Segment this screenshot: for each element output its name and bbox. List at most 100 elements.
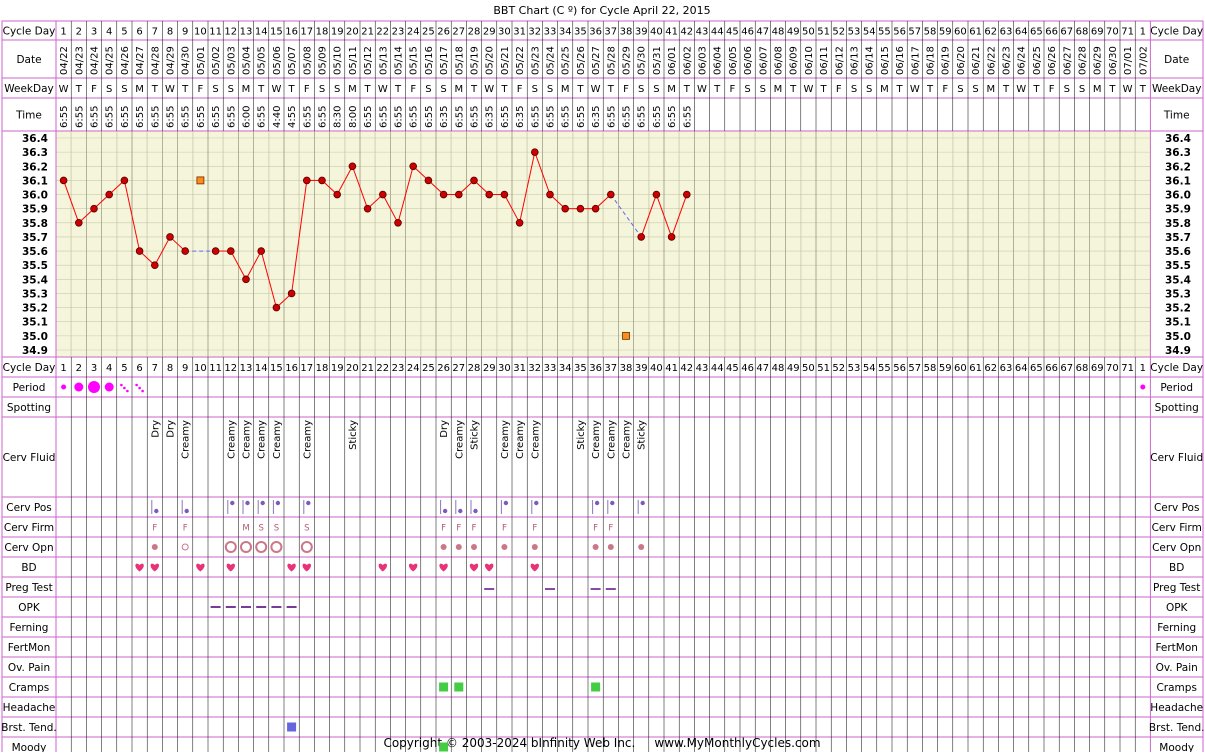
cycle-day-number: 66 xyxy=(1045,363,1058,374)
cerv-fluid-label: Creamy xyxy=(226,420,237,459)
cerv-pos-dot xyxy=(503,500,509,506)
temp-point xyxy=(333,190,342,199)
cycle-day-number: 69 xyxy=(1091,27,1104,38)
cycle-day-number: 11 xyxy=(209,363,222,374)
weekday-label: W xyxy=(165,84,175,95)
temp-point xyxy=(75,219,83,227)
y-tick-label-right: 35.9 xyxy=(1165,204,1191,216)
moody-marker xyxy=(439,742,449,752)
y-tick-label-right: 35.7 xyxy=(1165,232,1191,244)
time-label: 4:40 xyxy=(272,106,283,128)
cycle-day-number: 64 xyxy=(1015,27,1028,38)
cerv-pos-dot xyxy=(184,508,189,514)
weekday-label: S xyxy=(334,84,340,95)
weekday-label: W xyxy=(59,84,69,95)
cerv-fluid-label: Creamy xyxy=(622,420,633,459)
cycle-day-number: 32 xyxy=(528,27,541,38)
weekday-label: T xyxy=(607,84,615,95)
cycle-day-number: 12 xyxy=(224,363,237,374)
temp-point xyxy=(151,261,159,270)
weekday-label: T xyxy=(713,84,721,95)
date-label: 04/30 xyxy=(181,46,192,75)
row-label-right: Cerv Opn xyxy=(1152,542,1201,554)
temp-point xyxy=(90,204,98,213)
time-label: 6:55 xyxy=(211,106,222,128)
cerv-fluid-label: Creamy xyxy=(591,420,602,459)
row-label-right: Ov. Pain xyxy=(1156,662,1198,674)
row-label-left: Cerv Pos xyxy=(6,502,52,514)
date-label: 04/26 xyxy=(120,46,131,75)
row-label-left: Ferning xyxy=(10,622,49,634)
cerv-pos-dot xyxy=(230,500,235,506)
cycle-day-number: 59 xyxy=(939,27,952,38)
date-label: 05/17 xyxy=(439,46,450,75)
date-label: 05/22 xyxy=(515,46,526,75)
row-label-left: Cerv Firm xyxy=(4,522,54,534)
row-label-left: Cramps xyxy=(9,682,49,694)
cerv-firm-label: F xyxy=(183,524,188,534)
row-label-right: Preg Test xyxy=(1153,582,1200,594)
cycle-day-number: 26 xyxy=(437,27,450,38)
temp-point xyxy=(652,190,661,199)
header-label-right: Cycle Day xyxy=(1150,362,1203,374)
cycle-day-number: 32 xyxy=(528,363,541,374)
cerv-firm-label: F xyxy=(456,524,461,534)
row-label-right: FertMon xyxy=(1155,642,1198,654)
cycle-day-number: 44 xyxy=(711,363,724,374)
cycle-day-number: 47 xyxy=(756,27,769,38)
y-tick-label-left: 35.4 xyxy=(22,274,48,286)
cerv-firm-label: F xyxy=(608,524,613,534)
cerv-fluid-label: Sticky xyxy=(348,420,359,450)
time-label: 6:35 xyxy=(439,106,450,128)
cycle-day-number: 49 xyxy=(787,27,800,38)
time-label: 6:55 xyxy=(561,106,572,128)
cycle-day-number: 66 xyxy=(1045,27,1058,38)
time-label: 6:55 xyxy=(74,106,85,128)
date-label: 06/28 xyxy=(1078,46,1089,75)
bd-heart xyxy=(196,563,205,572)
weekday-label: M xyxy=(242,84,251,95)
cerv-firm-label: F xyxy=(593,524,598,534)
cycle-day-number: 63 xyxy=(1000,27,1013,38)
row-label-left: Moody xyxy=(12,742,47,752)
y-tick-label-right: 35.2 xyxy=(1165,303,1191,315)
date-label: 07/01 xyxy=(1123,46,1134,75)
cycle-day-number: 67 xyxy=(1060,363,1073,374)
y-tick-label-right: 35.6 xyxy=(1165,246,1191,258)
cycle-day-number: 20 xyxy=(346,27,359,38)
weekday-label: S xyxy=(760,84,766,95)
weekday-label: W xyxy=(484,84,494,95)
date-label: 04/24 xyxy=(90,46,101,75)
cycle-day-number: 33 xyxy=(544,363,557,374)
cerv-pos-dot xyxy=(473,508,478,514)
time-label: 6:55 xyxy=(667,106,678,128)
weekday-label: T xyxy=(1108,84,1116,95)
cerv-fluid-label: Creamy xyxy=(515,420,526,459)
y-tick-label-right: 35.1 xyxy=(1165,317,1191,329)
weekday-label: T xyxy=(896,84,904,95)
weekday-label: S xyxy=(425,84,431,95)
cerv-pos-dot xyxy=(245,500,250,506)
cycle-day-number: 18 xyxy=(316,27,329,38)
cycle-day-number: 39 xyxy=(635,363,648,374)
cycle-day-number: 6 xyxy=(136,27,142,38)
date-label: 07/02 xyxy=(1138,46,1149,75)
cycle-day-number: 5 xyxy=(121,363,127,374)
weekday-label: S xyxy=(653,84,659,95)
y-tick-label-right: 36.2 xyxy=(1165,161,1191,173)
weekday-label: M xyxy=(348,84,357,95)
weekday-label: T xyxy=(1139,84,1147,95)
y-tick-label-left: 35.9 xyxy=(22,204,48,216)
date-label: 05/31 xyxy=(652,46,663,75)
bbt-chart: BBT Chart (C º) for Cycle April 22, 2015… xyxy=(0,0,1205,756)
cerv-fluid-label: Creamy xyxy=(272,420,283,459)
cerv-firm-label: F xyxy=(532,524,537,534)
date-label: 06/17 xyxy=(910,46,921,75)
cycle-day-number: 40 xyxy=(650,27,663,38)
cycle-day-number: 43 xyxy=(696,363,709,374)
period-marker xyxy=(126,389,129,393)
cycle-day-number: 6 xyxy=(136,363,142,374)
weekday-label: F xyxy=(942,84,948,95)
cycle-day-number: 64 xyxy=(1015,363,1028,374)
date-label: 06/20 xyxy=(956,46,967,75)
